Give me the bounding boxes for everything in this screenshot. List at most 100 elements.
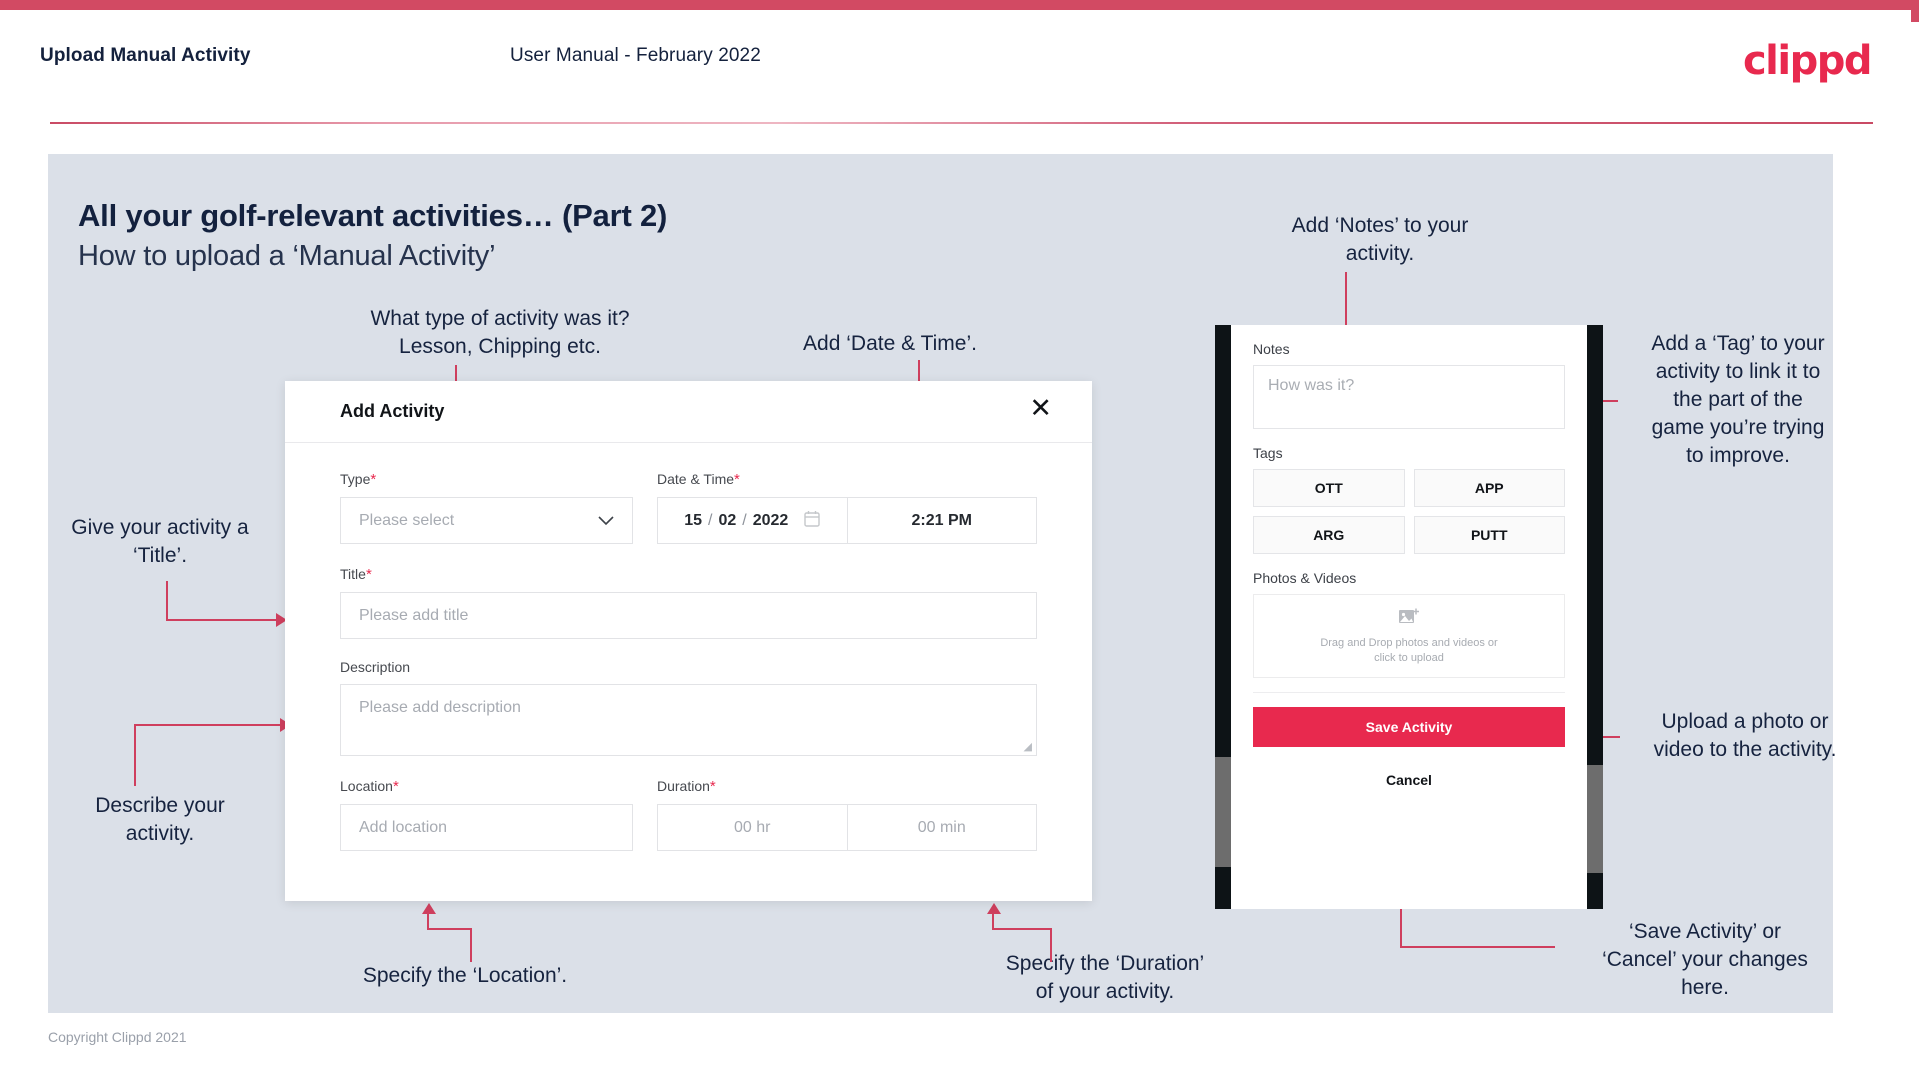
field-duration: Duration* 00 hr 00 min <box>657 778 1037 851</box>
leader-dur-arrow <box>987 903 1001 914</box>
leader-loc-arrow <box>422 903 436 914</box>
type-select[interactable]: Please select <box>340 497 633 544</box>
annotation-description: Describe your activity. <box>95 794 225 845</box>
location-label: Location* <box>340 778 633 795</box>
description-label-text: Description <box>340 659 411 675</box>
phone-content: Notes How was it? Tags OTT APP ARG PUTT … <box>1231 325 1587 788</box>
annotation-tags: Add a ‘Tag’ to your activity to link it … <box>1651 332 1825 467</box>
date-sep-1: / <box>708 511 713 529</box>
tags-grid: OTT APP ARG PUTT <box>1253 469 1565 554</box>
annotation-title: Give your activity a ‘Title’. <box>71 516 249 567</box>
type-select-value: Please select <box>359 511 455 529</box>
leader-notes-v1 <box>1345 272 1347 327</box>
title-label: Title* <box>340 566 1037 583</box>
annotation-duration: Specify the ‘Duration’ of your activity. <box>1005 952 1205 1003</box>
field-type: Type* Please select <box>340 471 633 544</box>
top-accent-bar <box>0 0 1919 10</box>
add-image-icon <box>1398 607 1420 631</box>
tag-ott[interactable]: OTT <box>1253 469 1405 507</box>
datetime-label-text: Date & Time <box>657 471 735 487</box>
duration-label-text: Duration <box>657 778 710 794</box>
leader-desc-h <box>134 724 282 726</box>
duration-label: Duration* <box>657 778 1037 795</box>
leader-loc-v2 <box>427 913 429 929</box>
upload-instruction: Drag and Drop photos and videos or click… <box>1320 636 1497 666</box>
date-day: 15 <box>684 511 702 529</box>
annotation-save: ‘Save Activity’ or ‘Cancel’ your changes… <box>1602 920 1808 999</box>
duration-hours-input[interactable]: 00 hr <box>658 805 848 850</box>
datetime-label: Date & Time* <box>657 471 1037 488</box>
location-input[interactable]: Add location <box>340 804 633 851</box>
annotation-datetime: Add ‘Date & Time’. <box>803 332 977 355</box>
row-location-duration: Location* Add location Duration* 00 hr 0… <box>340 778 1037 851</box>
leader-dur-v1 <box>1050 930 1052 962</box>
datetime-group: 15 / 02 / 2022 2:21 PM <box>657 497 1037 544</box>
slide-heading: All your golf-relevant activities… (Part… <box>78 198 668 233</box>
annotation-type: What type of activity was it? Lesson, Ch… <box>370 307 630 358</box>
phone-divider <box>1253 692 1565 693</box>
resize-grip-icon[interactable]: ◢ <box>1024 740 1032 753</box>
modal-title: Add Activity <box>340 401 445 421</box>
title-required-asterisk: * <box>365 566 372 583</box>
field-datetime: Date & Time* 15 / 02 / 2022 2:21 PM <box>657 471 1037 544</box>
row-type-datetime: Type* Please select Date & Time* 15 / 02… <box>340 471 1037 544</box>
leader-title-v <box>166 581 168 621</box>
date-input[interactable]: 15 / 02 / 2022 <box>658 498 848 543</box>
page-subtitle: User Manual - February 2022 <box>510 45 761 66</box>
date-month: 02 <box>718 511 737 529</box>
duration-required-asterisk: * <box>709 778 716 795</box>
save-activity-button[interactable]: Save Activity <box>1253 707 1565 747</box>
datetime-required-asterisk: * <box>734 471 740 488</box>
chevron-down-icon <box>598 513 614 529</box>
field-location: Location* Add location <box>340 778 633 851</box>
add-activity-modal: Add Activity ✕ Type* Please select Date … <box>285 381 1092 901</box>
upload-line-2: click to upload <box>1374 651 1444 664</box>
tag-arg[interactable]: ARG <box>1253 516 1405 554</box>
photos-label: Photos & Videos <box>1253 570 1357 586</box>
photo-upload-dropzone[interactable]: Drag and Drop photos and videos or click… <box>1253 594 1565 678</box>
field-description: Description Please add description ◢ <box>340 659 1037 756</box>
modal-header: Add Activity ✕ <box>285 381 1092 443</box>
leader-desc-v <box>134 724 136 786</box>
header-divider <box>50 122 1873 124</box>
phone-side-button-right <box>1587 765 1603 873</box>
calendar-icon[interactable] <box>804 510 820 532</box>
tag-putt[interactable]: PUTT <box>1413 516 1565 554</box>
time-input[interactable]: 2:21 PM <box>848 498 1037 543</box>
location-label-text: Location <box>340 778 393 794</box>
location-required-asterisk: * <box>392 778 399 795</box>
notes-label: Notes <box>1253 341 1290 357</box>
type-label: Type* <box>340 471 633 488</box>
duration-group: 00 hr 00 min <box>657 804 1037 851</box>
slide-page: Upload Manual Activity User Manual - Feb… <box>0 0 1919 1079</box>
leader-dur-v2 <box>992 913 994 929</box>
annotation-upload: Upload a photo or video to the activity. <box>1653 710 1837 761</box>
notes-textarea[interactable]: How was it? <box>1253 365 1565 429</box>
slide-subheading: How to upload a ‘Manual Activity’ <box>78 240 496 272</box>
upload-line-1: Drag and Drop photos and videos or <box>1320 636 1498 649</box>
title-input[interactable]: Please add title <box>340 592 1037 639</box>
duration-minutes-input[interactable]: 00 min <box>848 805 1037 850</box>
phone-screen: Notes How was it? Tags OTT APP ARG PUTT … <box>1231 325 1587 909</box>
annotation-location: Specify the ‘Location’. <box>362 964 568 987</box>
phone-mockup: Notes How was it? Tags OTT APP ARG PUTT … <box>1215 325 1603 909</box>
date-sep-2: / <box>742 511 747 529</box>
annotation-notes: Add ‘Notes’ to your activity. <box>1291 214 1469 265</box>
description-textarea[interactable]: Please add description ◢ <box>340 684 1037 756</box>
copyright-text: Copyright Clippd 2021 <box>48 1029 187 1045</box>
date-year: 2022 <box>752 511 789 529</box>
tag-app[interactable]: APP <box>1413 469 1565 507</box>
tags-label: Tags <box>1253 445 1283 461</box>
leader-dur-h <box>992 928 1052 930</box>
leader-loc-v1 <box>470 930 472 962</box>
leader-title-h <box>166 619 278 621</box>
modal-body: Type* Please select Date & Time* 15 / 02… <box>285 443 1092 851</box>
phone-side-button-left <box>1215 757 1231 867</box>
top-accent-bar-cap <box>1911 0 1919 22</box>
close-icon[interactable]: ✕ <box>1029 395 1052 422</box>
title-label-text: Title <box>340 566 366 582</box>
leader-loc-h <box>427 928 472 930</box>
cancel-button[interactable]: Cancel <box>1253 772 1565 788</box>
field-title: Title* Please add title <box>340 566 1037 639</box>
leader-save-h <box>1400 946 1555 948</box>
